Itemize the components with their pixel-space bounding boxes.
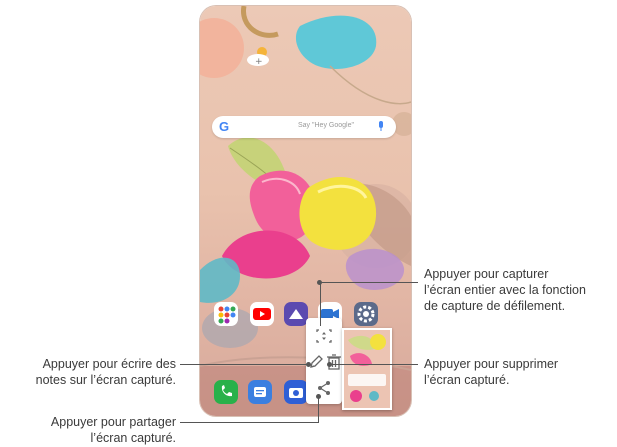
pointer-line <box>330 364 418 365</box>
svg-text:+: + <box>255 57 263 67</box>
youtube-icon[interactable] <box>250 302 274 326</box>
app-folder-icon[interactable] <box>214 302 238 326</box>
gallery-icon[interactable] <box>284 302 308 326</box>
scroll-capture-icon[interactable] <box>314 326 334 346</box>
microphone-icon[interactable] <box>378 121 384 132</box>
pointer-dot <box>306 362 311 367</box>
capture-thumbnail-image <box>344 330 390 408</box>
google-search-bar[interactable]: G Say "Hey Google" <box>212 116 396 138</box>
pointer-line <box>180 422 318 423</box>
google-g-icon: G <box>219 119 230 134</box>
search-placeholder: Say "Hey Google" <box>298 122 354 129</box>
callout-delete: Appuyer pour supprimer l’écran capturé. <box>424 357 559 387</box>
capture-toolbar <box>306 318 342 404</box>
weather-cloud-sun-icon: + <box>247 47 269 67</box>
pointer-line <box>318 396 319 423</box>
pointer-line <box>180 364 308 365</box>
callout-scroll-capture: Appuyer pour capturer l’écran entier ave… <box>424 267 586 313</box>
pointer-dot <box>316 394 321 399</box>
camera-icon[interactable] <box>284 380 308 404</box>
messages-icon[interactable] <box>248 380 272 404</box>
settings-gear-icon[interactable] <box>354 302 378 326</box>
capture-thumbnail[interactable] <box>342 328 392 410</box>
callout-share: Appuyer pour partager l’écran capturé. <box>50 415 176 445</box>
pointer-line <box>320 282 418 283</box>
phone-app-icon[interactable] <box>214 380 238 404</box>
pointer-line <box>320 282 321 326</box>
weather-widget[interactable]: + <box>246 44 272 68</box>
callout-write-notes: Appuyer pour écrire des notes sur l’écra… <box>35 357 176 387</box>
